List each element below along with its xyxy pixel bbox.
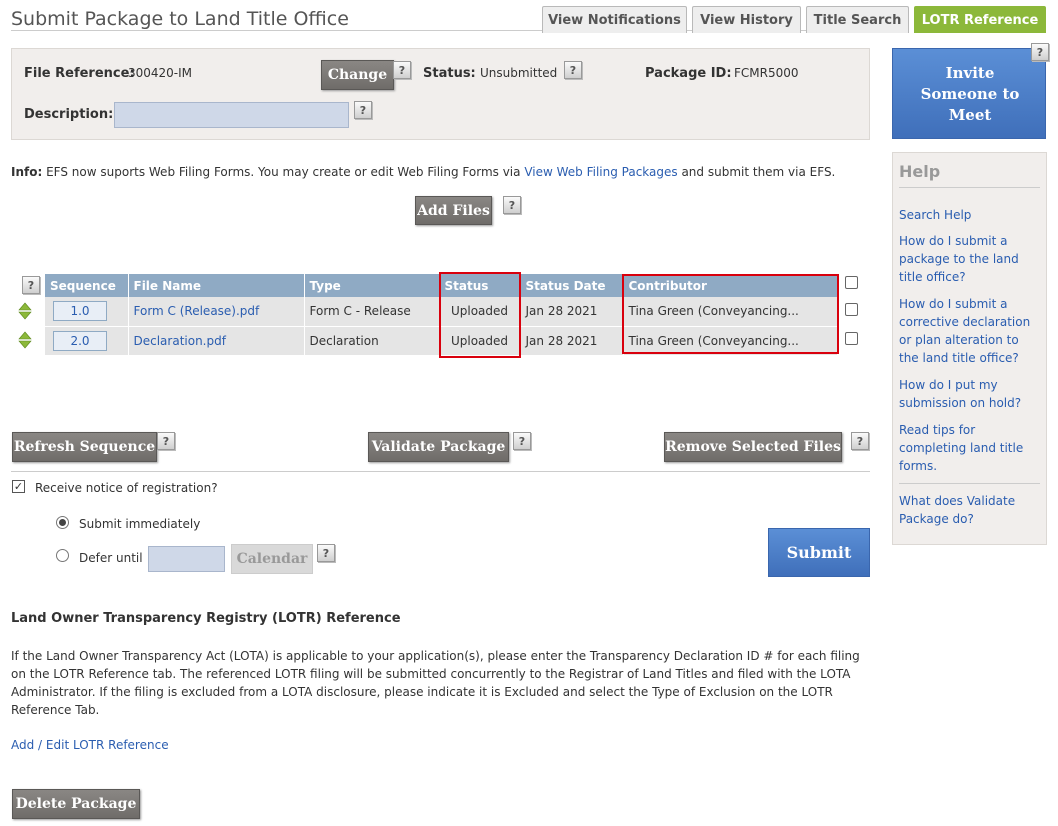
receive-notice-label: Receive notice of registration? bbox=[35, 481, 218, 495]
delete-package-button[interactable]: Delete Package bbox=[12, 789, 140, 819]
help-panel: Help Search Help How do I submit a packa… bbox=[892, 152, 1047, 545]
help-icon[interactable]: ? bbox=[564, 61, 582, 79]
submit-immediately-label: Submit immediately bbox=[79, 517, 201, 531]
help-icon[interactable]: ? bbox=[22, 276, 40, 294]
file-reference-value: 300420-IM bbox=[128, 66, 193, 80]
type-cell: Form C - Release bbox=[304, 297, 440, 327]
defer-until-label: Defer until bbox=[79, 551, 143, 565]
reorder-arrows-icon[interactable] bbox=[18, 302, 32, 323]
file-name-cell: Form C (Release).pdf bbox=[128, 297, 305, 327]
radio-selected-dot bbox=[59, 519, 66, 526]
help-icon[interactable]: ? bbox=[317, 544, 335, 562]
defer-until-radio[interactable] bbox=[56, 549, 69, 562]
package-id-label: Package ID: bbox=[645, 66, 732, 81]
refresh-sequence-button[interactable]: Refresh Sequence bbox=[12, 432, 157, 462]
lotr-heading: Land Owner Transparency Registry (LOTR) … bbox=[11, 611, 401, 626]
help-icon[interactable]: ? bbox=[393, 61, 411, 79]
add-files-button[interactable]: Add Files bbox=[415, 196, 492, 225]
defer-date-input[interactable] bbox=[148, 546, 225, 572]
file-name-link[interactable]: Declaration.pdf bbox=[134, 334, 226, 348]
info-text-tail: and submit them via EFS. bbox=[677, 165, 836, 179]
help-icon[interactable]: ? bbox=[513, 432, 531, 450]
tab-view-notifications[interactable]: View Notifications bbox=[542, 6, 687, 33]
type-cell: Declaration bbox=[304, 326, 440, 356]
package-id-value: FCMR5000 bbox=[734, 66, 799, 80]
submit-immediately-radio[interactable] bbox=[56, 516, 69, 529]
help-title: Help bbox=[899, 162, 941, 181]
tab-lotr-reference[interactable]: LOTR Reference bbox=[914, 6, 1046, 33]
info-prefix: Info: bbox=[11, 165, 43, 179]
help-icon[interactable]: ? bbox=[157, 432, 175, 450]
help-divider bbox=[899, 187, 1040, 188]
receive-notice-checkbox[interactable]: ✓ bbox=[12, 480, 25, 493]
column-header-type: Type bbox=[304, 274, 440, 297]
status-highlight-box bbox=[439, 272, 521, 358]
remove-selected-files-button[interactable]: Remove Selected Files bbox=[664, 432, 842, 462]
help-link-put-on-hold[interactable]: How do I put my submission on hold? bbox=[899, 376, 1041, 412]
help-icon[interactable]: ? bbox=[354, 101, 372, 119]
contributor-highlight-box bbox=[622, 274, 839, 354]
sequence-cell: 2.0 bbox=[45, 326, 129, 356]
column-header-sequence: Sequence bbox=[45, 274, 129, 297]
help-link-tips[interactable]: Read tips for completing land title form… bbox=[899, 421, 1041, 475]
column-header-status-date: Status Date bbox=[520, 274, 624, 297]
invite-someone-button[interactable]: Invite Someone to Meet bbox=[892, 48, 1046, 139]
sequence-input[interactable]: 1.0 bbox=[53, 301, 107, 322]
description-label: Description: bbox=[24, 107, 114, 122]
reorder-arrows-icon[interactable] bbox=[18, 331, 32, 352]
submit-button[interactable]: Submit bbox=[768, 528, 870, 577]
help-icon[interactable]: ? bbox=[503, 196, 521, 214]
file-name-link[interactable]: Form C (Release).pdf bbox=[134, 304, 260, 318]
info-text: EFS now suports Web Filing Forms. You ma… bbox=[42, 165, 525, 179]
status-date-cell: Jan 28 2021 bbox=[520, 297, 624, 327]
tab-title-search[interactable]: Title Search bbox=[806, 6, 909, 33]
sequence-cell: 1.0 bbox=[45, 297, 129, 327]
change-button[interactable]: Change bbox=[321, 60, 394, 90]
file-reference-label: File Reference: bbox=[24, 66, 135, 81]
view-web-filing-packages-link[interactable]: View Web Filing Packages bbox=[524, 165, 677, 179]
invite-someone-label: Invite Someone to Meet bbox=[920, 64, 1020, 124]
sequence-input[interactable]: 2.0 bbox=[53, 330, 107, 351]
section-divider bbox=[11, 471, 870, 472]
select-all-checkbox[interactable] bbox=[845, 276, 858, 289]
status-value: Unsubmitted bbox=[480, 66, 558, 80]
row-select-checkbox[interactable] bbox=[845, 332, 858, 345]
lotr-description: If the Land Owner Transparency Act (LOTA… bbox=[11, 649, 860, 717]
status-date-cell: Jan 28 2021 bbox=[520, 326, 624, 356]
help-link-corrective-declaration[interactable]: How do I submit a corrective declaration… bbox=[899, 295, 1041, 367]
help-icon[interactable]: ? bbox=[1031, 43, 1049, 61]
help-icon[interactable]: ? bbox=[851, 432, 869, 450]
page-title: Submit Package to Land Title Office bbox=[11, 8, 349, 30]
help-divider bbox=[899, 483, 1040, 484]
calendar-button[interactable]: Calendar bbox=[231, 544, 313, 574]
tab-view-history[interactable]: View History bbox=[692, 6, 801, 33]
help-link-submit-package[interactable]: How do I submit a package to the land ti… bbox=[899, 232, 1041, 286]
file-name-cell: Declaration.pdf bbox=[128, 326, 305, 356]
validate-package-button[interactable]: Validate Package bbox=[368, 432, 509, 462]
column-header-file-name: File Name bbox=[128, 274, 305, 297]
info-message: Info: EFS now suports Web Filing Forms. … bbox=[11, 165, 835, 179]
help-links: Search Help How do I submit a package to… bbox=[899, 206, 1041, 528]
help-link-search-help[interactable]: Search Help bbox=[899, 206, 1041, 224]
row-select-checkbox[interactable] bbox=[845, 303, 858, 316]
help-link-validate-package[interactable]: What does Validate Package do? bbox=[899, 492, 1041, 528]
status-label: Status: bbox=[423, 66, 476, 81]
description-input[interactable] bbox=[114, 102, 349, 128]
add-edit-lotr-reference-link[interactable]: Add / Edit LOTR Reference bbox=[11, 738, 169, 752]
